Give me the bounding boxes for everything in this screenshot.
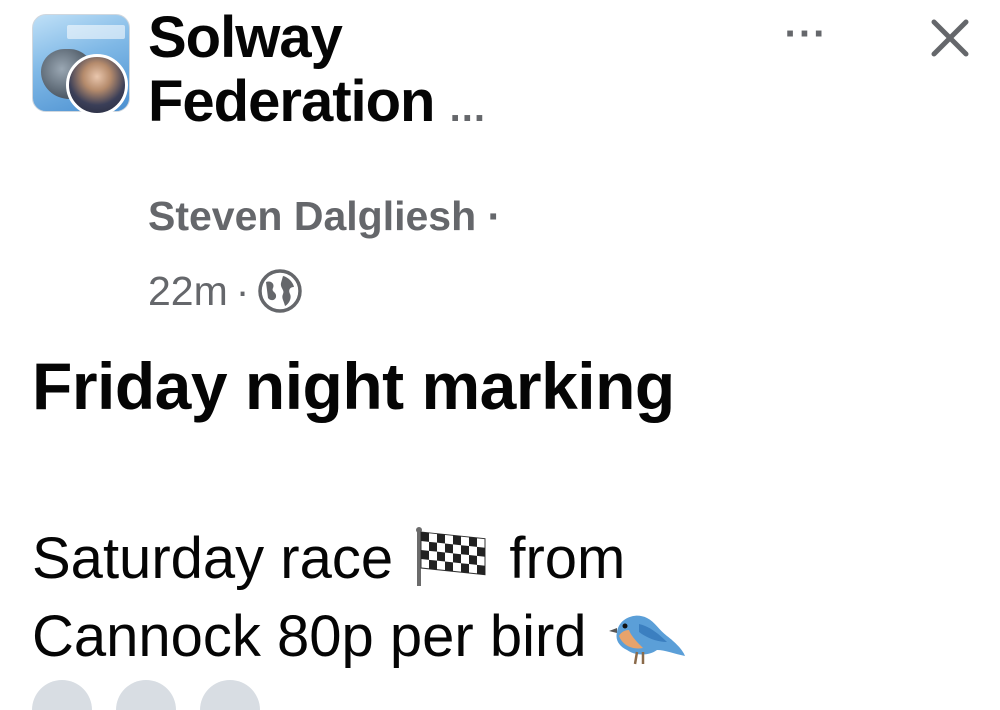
globe-icon [258, 269, 303, 313]
post-body-line-1: Saturday race from [32, 520, 932, 598]
close-icon[interactable] [924, 12, 976, 64]
cut-off-emoji [116, 680, 176, 710]
group-name[interactable]: Solway Federation ... [148, 6, 708, 140]
body-text-1a: Saturday race [32, 526, 394, 591]
author-name[interactable]: Steven Dalgliesh [148, 193, 476, 239]
bluebird-icon [608, 615, 685, 664]
group-name-truncation: ... [449, 86, 486, 130]
cut-off-emoji [32, 680, 92, 710]
post-body: Saturday race from Cannock 80p per bird [32, 520, 932, 676]
group-name-line-1[interactable]: Solway [148, 6, 708, 70]
next-line-emoji-row [32, 680, 260, 710]
group-name-text[interactable]: Federation [148, 69, 435, 134]
post-title: Friday night marking [32, 349, 675, 423]
meta-row: 22m · [148, 266, 303, 316]
body-text-1b: from [509, 526, 626, 591]
chequered-flag-icon [416, 526, 486, 586]
post-time[interactable]: 22m [148, 268, 228, 315]
more-options-button[interactable]: ··· [782, 12, 830, 56]
group-avatar-banner [67, 25, 125, 39]
author-separator: · [487, 193, 502, 239]
cut-off-emoji [200, 680, 260, 710]
body-text-2: Cannock 80p per bird [32, 604, 587, 669]
post-body-line-2: Cannock 80p per bird [32, 598, 932, 676]
time-separator: · [235, 267, 250, 314]
group-name-line-2[interactable]: Federation ... [148, 70, 708, 140]
user-avatar[interactable] [66, 54, 128, 116]
author-row: Steven Dalgliesh · [148, 192, 501, 240]
